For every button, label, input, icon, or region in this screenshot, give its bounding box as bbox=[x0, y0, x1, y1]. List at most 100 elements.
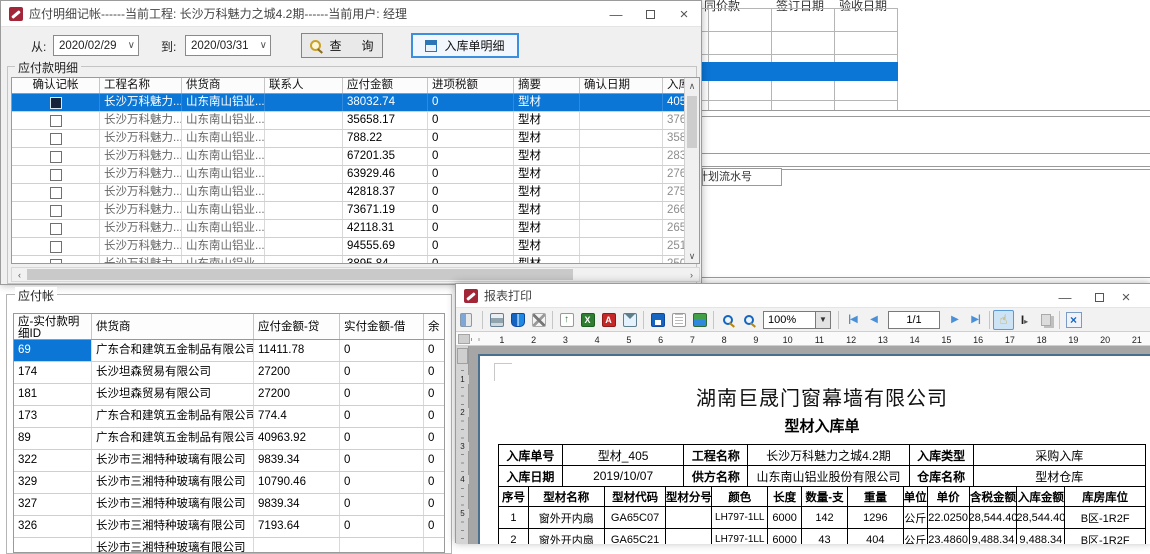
ruler-number: 1 bbox=[486, 333, 518, 346]
close-preview-icon[interactable]: × bbox=[1063, 310, 1084, 330]
payables-panel: 应付帐 应-实付款明 细ID 供货商 应付金额-贷 实付金额-借 余额 69 广… bbox=[6, 294, 452, 554]
confirm-checkbox[interactable] bbox=[50, 97, 62, 109]
table-row[interactable]: 69 广东合和建筑五金制品有限公司 11411.78 0 0 bbox=[14, 340, 444, 362]
horizontal-scrollbar[interactable]: ‹ › bbox=[11, 267, 700, 282]
confirm-checkbox[interactable] bbox=[50, 115, 62, 127]
ruler-number: 4 bbox=[581, 333, 613, 346]
table-header-row: 应-实付款明 细ID 供货商 应付金额-贷 实付金额-借 余额 bbox=[14, 314, 444, 340]
confirm-checkbox[interactable] bbox=[50, 259, 62, 265]
confirm-checkbox[interactable] bbox=[50, 187, 62, 199]
from-label: 从: bbox=[31, 38, 46, 55]
prev-page-button[interactable]: ◀ bbox=[863, 310, 884, 330]
confirm-checkbox[interactable] bbox=[50, 169, 62, 181]
print-icon[interactable] bbox=[486, 310, 507, 330]
scroll-right-icon[interactable]: › bbox=[684, 268, 699, 281]
table-row[interactable]: 181 长沙坦森贸易有限公司 27200 0 0 bbox=[14, 384, 444, 406]
excel-export-icon[interactable]: X bbox=[577, 310, 598, 330]
confirm-checkbox[interactable] bbox=[50, 241, 62, 253]
panel-icon[interactable] bbox=[458, 310, 479, 330]
table-row[interactable]: 长沙万科魅力... 山东南山铝业... 35658.17 0 型材 376 bbox=[12, 112, 686, 130]
page-number-field[interactable]: 1/1 bbox=[888, 311, 940, 329]
ruler-number: 4 bbox=[456, 475, 469, 484]
chevron-down-icon: ▼ bbox=[815, 312, 830, 328]
report-form-title: 型材入库单 bbox=[498, 415, 1146, 436]
document-icon[interactable] bbox=[668, 310, 689, 330]
last-page-button[interactable]: ▶| bbox=[965, 310, 986, 330]
table-row[interactable]: 长沙万科魅力... 山东南山铝业... 38032.74 0 型材 405 bbox=[12, 94, 686, 112]
table-row[interactable]: 长沙万科魅力... 山东南山铝业... 63929.46 0 型材 276 bbox=[12, 166, 686, 184]
copy-pages-icon[interactable] bbox=[1035, 310, 1056, 330]
ruler-number: 8 bbox=[708, 333, 740, 346]
scroll-down-icon[interactable]: ∨ bbox=[685, 249, 699, 264]
scrollbar-thumb[interactable] bbox=[687, 96, 697, 148]
form-icon bbox=[425, 40, 437, 52]
table-row[interactable]: 长沙万科魅力... 山东南山铝业... 42118.31 0 型材 265 bbox=[12, 220, 686, 238]
export-icon[interactable]: ↑ bbox=[556, 310, 577, 330]
archive-icon[interactable] bbox=[689, 310, 710, 330]
confirm-checkbox[interactable] bbox=[50, 223, 62, 235]
inbound-detail-button[interactable]: 入库单明细 bbox=[411, 33, 519, 58]
minimize-button[interactable]: — bbox=[1048, 284, 1082, 310]
next-page-button[interactable]: ▶ bbox=[944, 310, 965, 330]
payables-table: 应-实付款明 细ID 供货商 应付金额-贷 实付金额-借 余额 69 广东合和建… bbox=[13, 313, 445, 553]
bg-empty-grid bbox=[702, 8, 898, 110]
table-row[interactable]: 326 长沙市三湘特种玻璃有限公司 7193.64 0 0 bbox=[14, 516, 444, 538]
confirm-checkbox[interactable] bbox=[50, 205, 62, 217]
table-row[interactable]: 长沙万科魅力... 山东南山铝业... 42818.37 0 型材 275 bbox=[12, 184, 686, 202]
pdf-export-icon[interactable]: A bbox=[598, 310, 619, 330]
from-date-dropdown[interactable]: 2020/02/29∨ bbox=[53, 35, 139, 56]
report-page: 湖南巨晟门窗幕墙有限公司 型材入库单 入库单号 型材_405 工程名称 长沙万科… bbox=[478, 354, 1150, 544]
ruler-number: 17 bbox=[994, 333, 1026, 346]
horizontal-ruler: 123456789101112131415161718192021 bbox=[456, 332, 1150, 346]
table-row[interactable]: 329 长沙市三湘特种玻璃有限公司 10790.46 0 0 bbox=[14, 472, 444, 494]
report-preview-area[interactable]: 1 2 3 4 5 湖南巨晟门窗幕墙有限公司 型材入库单 入库单号 型材_405 bbox=[456, 346, 1150, 544]
table-row[interactable]: 89 广东合和建筑五金制品有限公司 40963.92 0 0 bbox=[14, 428, 444, 450]
mail-icon[interactable] bbox=[619, 310, 640, 330]
zoom-in-icon[interactable] bbox=[717, 310, 738, 330]
first-page-button[interactable]: |◀ bbox=[842, 310, 863, 330]
maximize-button[interactable] bbox=[633, 1, 667, 27]
to-date-dropdown[interactable]: 2020/03/31∨ bbox=[185, 35, 271, 56]
vertical-scrollbar[interactable]: ∧ ∨ bbox=[684, 78, 699, 264]
confirm-checkbox[interactable] bbox=[50, 151, 62, 163]
ruler-number: 7 bbox=[677, 333, 709, 346]
report-print-window: 报表打印 — × ↑ X A 100% ▼ |◀ ◀ 1/1 bbox=[455, 283, 1150, 543]
close-button[interactable]: × bbox=[667, 1, 701, 27]
table-row[interactable]: 327 长沙市三湘特种玻璃有限公司 9839.34 0 0 bbox=[14, 494, 444, 516]
scrollbar-thumb[interactable] bbox=[27, 269, 573, 280]
hand-tool-icon[interactable]: ☝ bbox=[993, 310, 1014, 330]
table-row[interactable]: 长沙万科魅力... 山东南山铝业... 3895.84 0 型材 250 bbox=[12, 256, 686, 264]
text-select-icon[interactable]: I▸ bbox=[1014, 310, 1035, 330]
table-row[interactable]: 322 长沙市三湘特种玻璃有限公司 9839.34 0 0 bbox=[14, 450, 444, 472]
scroll-left-icon[interactable]: ‹ bbox=[12, 268, 27, 281]
table-row[interactable]: 长沙万科魅力... 山东南山铝业... 94555.69 0 型材 251 bbox=[12, 238, 686, 256]
bg-selected-row[interactable] bbox=[702, 62, 898, 81]
book-icon[interactable] bbox=[507, 310, 528, 330]
zoom-level-dropdown[interactable]: 100% ▼ bbox=[763, 311, 831, 329]
scroll-up-icon[interactable]: ∧ bbox=[685, 79, 699, 94]
table-row[interactable]: 173 广东合和建筑五金制品有限公司 774.4 0 0 bbox=[14, 406, 444, 428]
titlebar[interactable]: 报表打印 — × bbox=[456, 284, 1150, 308]
save-icon[interactable] bbox=[647, 310, 668, 330]
payable-detail-table: 确认记帐 工程名称 供货商 联系人 应付金额 进项税额 摘要 确认日期 入库 长… bbox=[11, 77, 700, 264]
table-row[interactable]: 长沙万科魅力... 山东南山铝业... 67201.35 0 型材 283 bbox=[12, 148, 686, 166]
ruler-number: 1 bbox=[456, 375, 469, 384]
zoom-out-icon[interactable] bbox=[738, 310, 759, 330]
confirm-checkbox[interactable] bbox=[50, 133, 62, 145]
tools-icon[interactable] bbox=[528, 310, 549, 330]
table-row[interactable]: 长沙市三湘特种玻璃有限公司 bbox=[14, 538, 444, 553]
minimize-button[interactable]: — bbox=[599, 1, 633, 27]
detail-row: 1 窗外开内扇 GA65C07 LH797-1LL 6000 142 1296 … bbox=[499, 507, 1145, 529]
window-title: 应付明细记帐------当前工程: 长沙万科魅力之城4.2期------当前用户… bbox=[29, 5, 407, 22]
table-row[interactable]: 174 长沙坦森贸易有限公司 27200 0 0 bbox=[14, 362, 444, 384]
ruler-number: 11 bbox=[804, 333, 836, 346]
table-row[interactable]: 长沙万科魅力... 山东南山铝业... 788.22 0 型材 358 bbox=[12, 130, 686, 148]
to-label: 到: bbox=[161, 38, 176, 55]
payable-detail-window: 应付明细记帐------当前工程: 长沙万科魅力之城4.2期------当前用户… bbox=[0, 0, 702, 285]
titlebar[interactable]: 应付明细记帐------当前工程: 长沙万科魅力之城4.2期------当前用户… bbox=[1, 1, 701, 27]
close-button[interactable]: × bbox=[1116, 284, 1136, 310]
query-button[interactable]: 查 询 bbox=[301, 33, 383, 58]
group-title: 应付款明细 bbox=[15, 59, 81, 76]
maximize-button[interactable] bbox=[1082, 284, 1116, 310]
table-row[interactable]: 长沙万科魅力... 山东南山铝业... 73671.19 0 型材 266 bbox=[12, 202, 686, 220]
